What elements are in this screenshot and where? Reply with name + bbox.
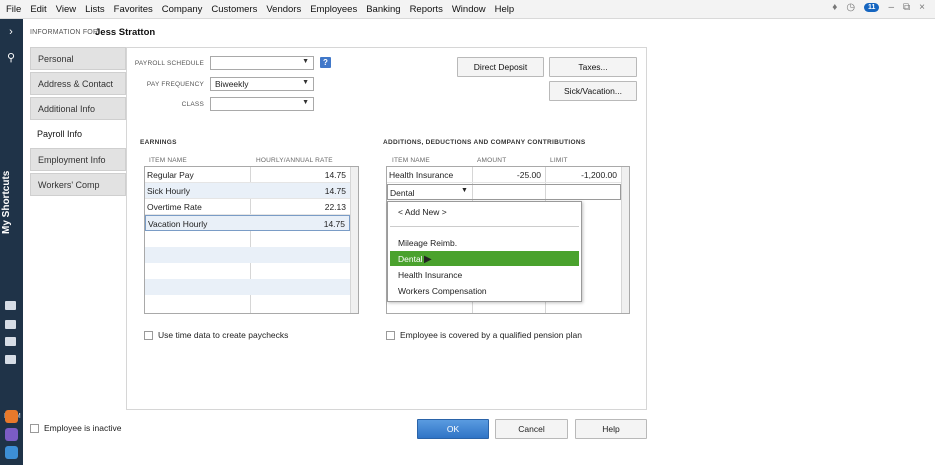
pay-frequency-label: PAY FREQUENCY [146, 81, 204, 88]
menu-banking[interactable]: Banking [366, 4, 400, 15]
tab-additional-info[interactable]: Additional Info [30, 97, 126, 120]
menu-company[interactable]: Company [162, 4, 203, 15]
table-row[interactable] [145, 279, 350, 295]
minimize-icon[interactable]: – [888, 2, 894, 13]
app-icon[interactable] [5, 410, 18, 423]
class-label: CLASS [181, 101, 204, 108]
menu-customers[interactable]: Customers [211, 4, 257, 15]
table-row[interactable] [145, 247, 350, 263]
dropdown-item-health[interactable]: Health Insurance [390, 267, 579, 282]
chevron-down-icon: ▼ [302, 79, 309, 86]
help-icon[interactable]: ? [320, 57, 331, 68]
table-row[interactable]: Health Insurance -25.00 -1,200.00 [387, 167, 621, 183]
pension-checkbox[interactable]: Employee is covered by a qualified pensi… [386, 330, 582, 340]
notification-badge[interactable]: 11 [864, 3, 880, 12]
shortcut-icon[interactable] [5, 320, 16, 329]
dropdown-item-workers-comp[interactable]: Workers Compensation [390, 283, 579, 298]
direct-deposit-button[interactable]: Direct Deposit [457, 57, 544, 77]
additions-col-limit: LIMIT [550, 157, 568, 164]
time-data-checkbox[interactable]: Use time data to create paychecks [144, 330, 288, 340]
app-icon[interactable] [5, 428, 18, 441]
menu-view[interactable]: View [56, 4, 76, 15]
shortcuts-sidebar: › ⚲ My Shortcuts Do M [0, 19, 23, 465]
checkbox-box[interactable] [30, 423, 39, 433]
chevron-down-icon: ▼ [302, 99, 309, 106]
menu-vendors[interactable]: Vendors [266, 4, 301, 15]
search-icon[interactable]: ⚲ [4, 51, 18, 65]
help-button[interactable]: Help [575, 419, 647, 439]
shortcut-icon[interactable] [5, 301, 16, 310]
info-for-label: INFORMATION FOR [30, 29, 99, 36]
payroll-schedule-label: PAYROLL SCHEDULE [134, 60, 204, 67]
cancel-button[interactable]: Cancel [495, 419, 568, 439]
app-icon[interactable] [5, 446, 18, 459]
menu-bar: File Edit View Lists Favorites Company C… [0, 0, 935, 19]
class-select[interactable]: ▼ [210, 97, 314, 111]
table-row[interactable]: Sick Hourly 14.75 [145, 183, 350, 199]
chevron-down-icon: ▼ [302, 58, 309, 65]
menu-edit[interactable]: Edit [30, 4, 46, 15]
menu-employees[interactable]: Employees [310, 4, 357, 15]
dropdown-item-dental[interactable]: Dental [390, 251, 579, 266]
dropdown-divider [390, 226, 579, 227]
table-row[interactable]: Overtime Rate 22.13 [145, 199, 350, 215]
menu-reports[interactable]: Reports [410, 4, 443, 15]
sidebar-label[interactable]: My Shortcuts [1, 171, 12, 234]
tab-address-contact[interactable]: Address & Contact [30, 72, 126, 95]
menu-file[interactable]: File [6, 4, 21, 15]
window-controls: ♦ ◷ 11 – ⧉ × [832, 2, 925, 13]
menu-lists[interactable]: Lists [85, 4, 105, 15]
earnings-scrollbar[interactable] [350, 167, 358, 313]
chevron-down-icon: ▼ [461, 187, 468, 194]
shortcut-icon[interactable] [5, 355, 16, 364]
tab-employment-info[interactable]: Employment Info [30, 148, 126, 171]
checkbox-box[interactable] [386, 330, 395, 340]
additions-scrollbar[interactable] [621, 167, 629, 313]
ok-button[interactable]: OK [417, 419, 489, 439]
employee-name: Jess Stratton [95, 27, 156, 38]
tab-payroll-info[interactable]: Payroll Info [30, 123, 126, 146]
menu-help[interactable]: Help [495, 4, 515, 15]
additions-col-amount: AMOUNT [477, 157, 507, 164]
taxes-button[interactable]: Taxes... [549, 57, 637, 77]
inactive-checkbox[interactable]: Employee is inactive [30, 423, 121, 433]
close-icon[interactable]: × [919, 2, 925, 13]
checkbox-box[interactable] [144, 330, 153, 340]
tab-workers-comp[interactable]: Workers' Comp [30, 173, 126, 196]
clock-icon[interactable]: ◷ [846, 2, 855, 13]
additions-title: ADDITIONS, DEDUCTIONS AND COMPANY CONTRI… [383, 139, 586, 146]
additions-col-item: ITEM NAME [392, 157, 430, 164]
item-dropdown-list: < Add New > Mileage Reimb. Dental Health… [387, 201, 582, 302]
menu-favorites[interactable]: Favorites [114, 4, 153, 15]
payroll-schedule-select[interactable]: ▼ [210, 56, 314, 70]
shortcut-icon[interactable] [5, 337, 16, 346]
dropdown-item-mileage[interactable]: Mileage Reimb. [390, 235, 579, 250]
earnings-col-rate: HOURLY/ANNUAL RATE [256, 157, 333, 164]
restore-icon[interactable]: ⧉ [903, 2, 910, 13]
sick-vacation-button[interactable]: Sick/Vacation... [549, 81, 637, 101]
pay-frequency-select[interactable]: Biweekly ▼ [210, 77, 314, 91]
menu-window[interactable]: Window [452, 4, 486, 15]
table-row[interactable]: Vacation Hourly 14.75 [145, 215, 350, 231]
chevron-right-icon[interactable]: › [4, 25, 18, 39]
earnings-col-item: ITEM NAME [149, 157, 187, 164]
earnings-title: EARNINGS [140, 139, 177, 146]
earnings-table: Regular Pay 14.75 Sick Hourly 14.75 Overti… [144, 166, 359, 314]
additions-item-select[interactable]: Dental ▼ [387, 184, 621, 200]
cursor-icon: ▶ [424, 254, 432, 265]
bell-icon[interactable]: ♦ [832, 2, 837, 13]
table-row[interactable]: Regular Pay 14.75 [145, 167, 350, 183]
tab-personal[interactable]: Personal [30, 47, 126, 70]
dropdown-add-new[interactable]: < Add New > [390, 204, 579, 219]
